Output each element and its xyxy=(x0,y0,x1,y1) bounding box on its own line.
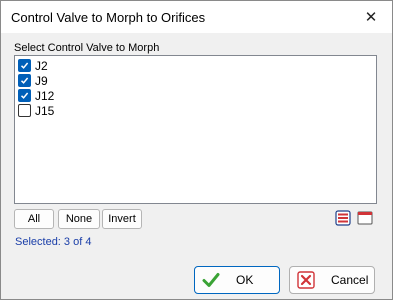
selection-status: Selected: 3 of 4 xyxy=(15,236,92,248)
checkbox[interactable] xyxy=(18,104,31,117)
cancel-label: Cancel xyxy=(331,273,369,287)
select-all-button[interactable]: All xyxy=(14,209,54,229)
list-label: Select Control Valve to Morph xyxy=(14,42,160,54)
ok-button[interactable]: OK xyxy=(194,266,280,294)
list-view-icon xyxy=(335,210,351,226)
list-item[interactable]: J15 xyxy=(18,103,54,118)
list-item[interactable]: J2 xyxy=(18,58,48,73)
list-item-label: J2 xyxy=(35,58,48,73)
checkbox[interactable] xyxy=(18,59,31,72)
checkbox[interactable] xyxy=(18,74,31,87)
close-button[interactable]: ✕ xyxy=(356,5,386,29)
cancel-x-icon xyxy=(297,271,315,289)
cancel-button[interactable]: Cancel xyxy=(289,266,375,294)
dialog-window: Control Valve to Morph to Orifices ✕ Sel… xyxy=(0,0,393,300)
valve-listbox[interactable]: J2 J9 J12 J15 xyxy=(14,55,377,204)
checkbox[interactable] xyxy=(18,89,31,102)
title-bar[interactable]: Control Valve to Morph to Orifices ✕ xyxy=(1,1,392,33)
list-item-label: J9 xyxy=(35,73,48,88)
window-title: Control Valve to Morph to Orifices xyxy=(11,10,206,25)
window-view-button[interactable] xyxy=(356,209,374,227)
invert-selection-button[interactable]: Invert xyxy=(102,209,142,229)
list-item-label: J12 xyxy=(35,88,55,103)
window-view-icon xyxy=(357,211,373,225)
list-item-label: J15 xyxy=(35,103,55,118)
list-item[interactable]: J9 xyxy=(18,73,48,88)
list-item[interactable]: J12 xyxy=(18,88,54,103)
list-view-button[interactable] xyxy=(334,209,352,227)
select-none-button[interactable]: None xyxy=(58,209,100,229)
close-icon: ✕ xyxy=(364,9,378,26)
ok-label: OK xyxy=(236,273,254,287)
checkmark-icon xyxy=(202,273,220,287)
